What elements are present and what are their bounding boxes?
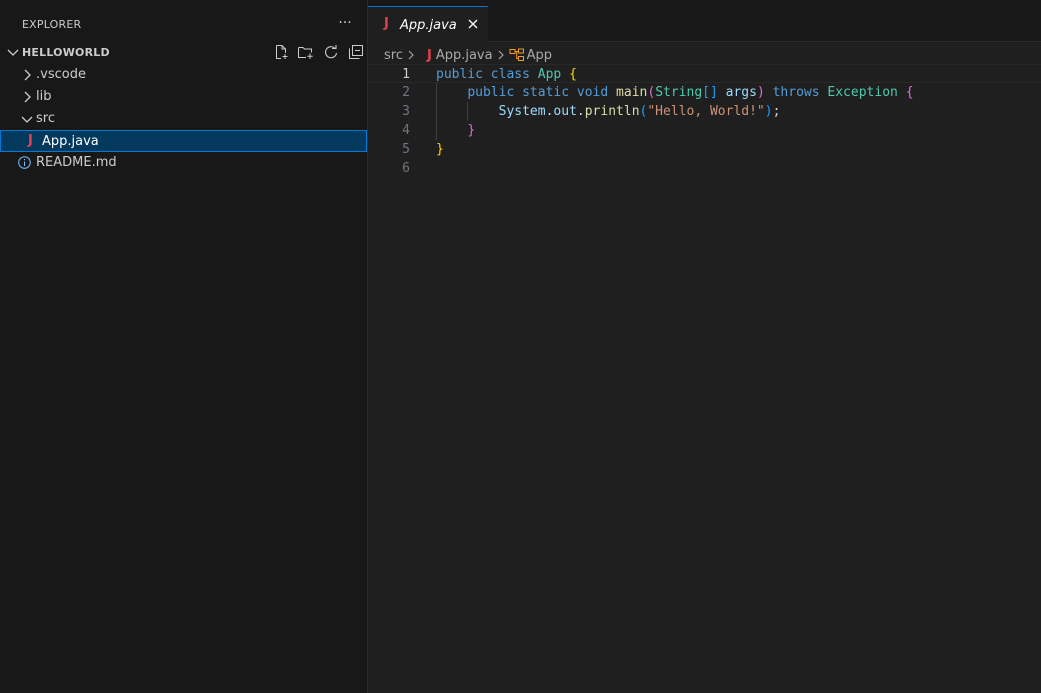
new-folder-icon[interactable] (297, 43, 314, 61)
tab-label: App.java (400, 18, 457, 33)
code-token: ) (756, 85, 765, 100)
line-number: 1 (402, 67, 410, 82)
tree-item-readme[interactable]: README.md (0, 152, 367, 174)
code-token: "Hello, World!" (647, 104, 765, 119)
breadcrumb-file[interactable]: App.java (436, 48, 493, 63)
code-editor[interactable]: 1 public class App {2 public static void … (368, 64, 1041, 178)
code-token: println (584, 104, 640, 119)
breadcrumb-symbol[interactable]: App (527, 48, 552, 63)
code-line[interactable]: 5} (368, 140, 1041, 159)
code-text: } (436, 121, 475, 140)
chevron-right-icon (24, 91, 31, 103)
editor-area: J App.java src J App.java App 1 public c… (368, 0, 1041, 693)
more-actions-icon[interactable]: ··· (336, 13, 354, 33)
code-text: public class App { (436, 65, 577, 84)
code-token: ( (647, 85, 656, 100)
code-token: } (467, 123, 476, 138)
code-token: System (498, 104, 546, 119)
code-token: Exception (827, 85, 898, 100)
line-number: 2 (402, 85, 410, 100)
class-symbol-icon (509, 48, 524, 61)
code-text: } (436, 140, 444, 159)
code-token: { (569, 67, 577, 82)
code-token: out (553, 104, 577, 119)
code-text: public static void main(String[] args) t… (436, 83, 914, 102)
chevron-right-icon (498, 50, 504, 60)
code-token: String (655, 85, 703, 100)
info-icon (18, 156, 31, 169)
explorer-title: EXPLORER (22, 18, 82, 31)
new-file-icon[interactable] (272, 43, 289, 61)
vscode-window: EXPLORER ··· HELLOWORLD .vscode lib src … (0, 0, 1041, 693)
workspace-folder-header[interactable]: HELLOWORLD (0, 43, 367, 63)
explorer-sidebar: EXPLORER ··· HELLOWORLD .vscode lib src … (0, 0, 368, 693)
folder-actions (272, 43, 364, 63)
tree-item-vscode[interactable]: .vscode (0, 64, 367, 86)
code-token: [] (702, 85, 718, 100)
code-token: ; (772, 104, 781, 119)
code-line[interactable]: 2 public static void main(String[] args)… (368, 83, 1041, 102)
tree-item-label: lib (36, 89, 52, 104)
java-file-icon: J (28, 133, 33, 148)
tree-item-label: App.java (42, 134, 99, 149)
code-token: static (522, 85, 570, 100)
code-token: App (537, 67, 562, 82)
tab-app-java[interactable]: J App.java (368, 6, 488, 42)
tree-item-src[interactable]: src (0, 108, 367, 130)
code-token: class (490, 67, 530, 82)
code-token: { (905, 85, 914, 100)
code-line[interactable]: 4 } (368, 121, 1041, 140)
line-number: 4 (402, 123, 410, 138)
line-number: 5 (402, 142, 410, 157)
chevron-right-icon (24, 69, 31, 81)
chevron-down-icon (21, 116, 33, 123)
code-token: . (576, 104, 585, 119)
code-token: public (436, 67, 483, 82)
breadcrumb: src J App.java App (384, 46, 552, 64)
close-icon[interactable] (466, 17, 480, 31)
code-token: void (576, 85, 609, 100)
code-token: throws (772, 85, 820, 100)
breadcrumb-folder[interactable]: src (384, 48, 403, 63)
code-token: public (467, 85, 515, 100)
tree-item-label: .vscode (36, 67, 86, 82)
file-tree: .vscode lib src J App.java README.md (0, 64, 367, 174)
workspace-folder-title: HELLOWORLD (22, 46, 110, 59)
code-line[interactable]: 1 public class App { (368, 64, 1041, 83)
tree-item-label: README.md (36, 155, 117, 170)
tree-item-lib[interactable]: lib (0, 86, 367, 108)
code-token: ) (764, 104, 773, 119)
collapse-all-icon[interactable] (347, 43, 364, 61)
code-token: main (616, 85, 648, 100)
java-file-icon: J (384, 16, 389, 31)
code-text: System.out.println("Hello, World!"); (436, 102, 781, 121)
line-number: 6 (402, 161, 410, 176)
line-number: 3 (402, 104, 410, 119)
tree-item-app-java[interactable]: J App.java (0, 130, 367, 152)
tree-item-label: src (36, 111, 55, 126)
code-token: } (436, 142, 444, 157)
code-line[interactable]: 6 (368, 159, 1041, 178)
chevron-right-icon (408, 50, 414, 60)
java-file-icon: J (426, 47, 432, 63)
code-line[interactable]: 3 System.out.println("Hello, World!"); (368, 102, 1041, 121)
chevron-down-icon (7, 49, 19, 56)
code-token: args (725, 85, 757, 100)
tab-bar: J App.java (368, 0, 1041, 42)
refresh-icon[interactable] (322, 43, 339, 61)
